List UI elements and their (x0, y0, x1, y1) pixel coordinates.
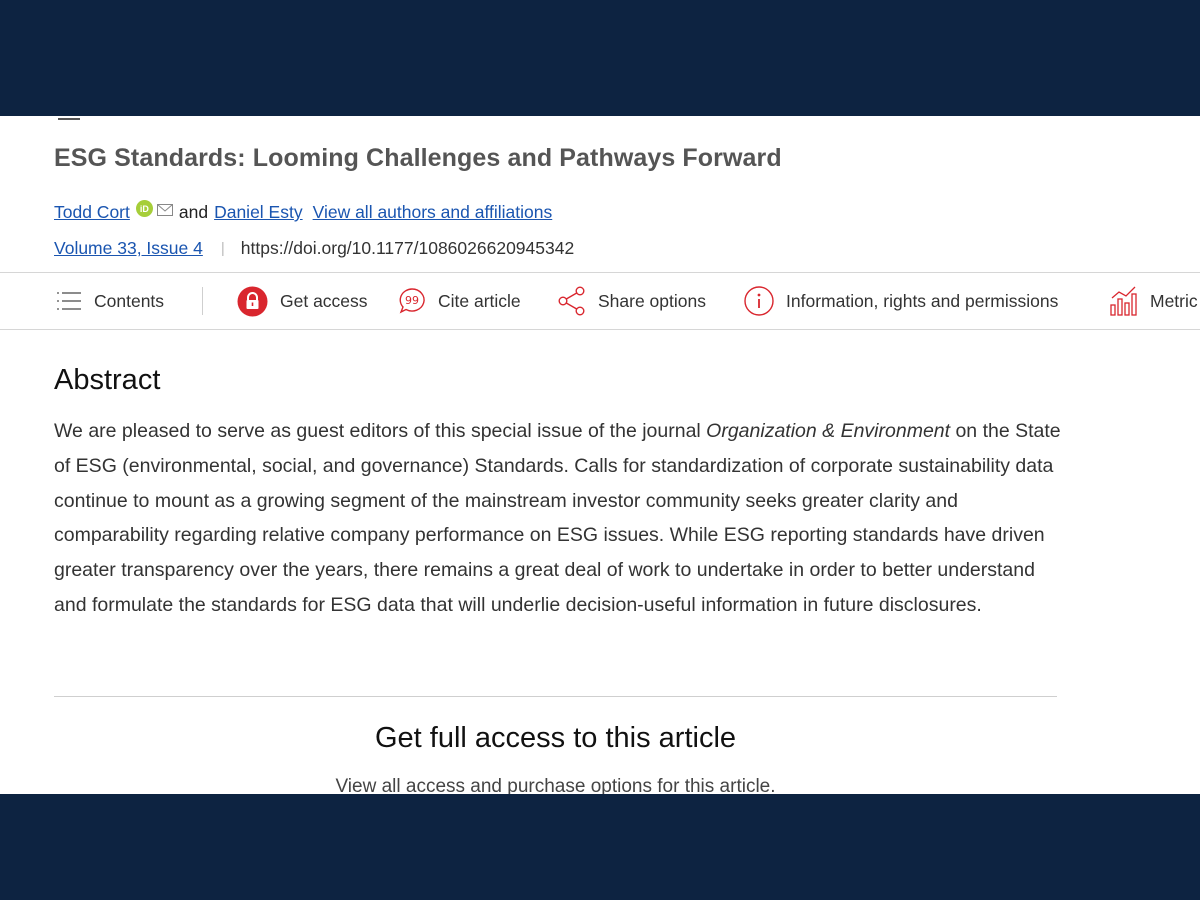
journal-name: Organization & Environment (706, 420, 951, 442)
cite-article-label: Cite article (438, 290, 521, 311)
article-page: ESG Standards: Looming Challenges and Pa… (0, 116, 1200, 794)
get-access-label: Get access (280, 290, 368, 311)
abstract-text-part: on the State of ESG (environmental, soci… (54, 420, 1061, 616)
contents-button[interactable]: Contents (56, 273, 164, 329)
share-options-button[interactable]: Share options (558, 273, 706, 329)
volume-issue-link[interactable]: Volume 33, Issue 4 (54, 238, 203, 259)
share-icon (558, 286, 585, 316)
get-access-button[interactable]: Get access (237, 273, 368, 329)
share-options-label: Share options (598, 290, 706, 311)
article-toolbar: Contents Get access 99 Cite article Shar… (0, 272, 1200, 330)
email-icon[interactable] (156, 203, 173, 216)
frame-top (0, 0, 1200, 116)
toolbar-divider (202, 287, 203, 315)
cropped-icon (58, 116, 80, 120)
orcid-icon[interactable]: iD (135, 200, 153, 217)
frame-bottom (0, 794, 1200, 900)
article-title: ESG Standards: Looming Challenges and Pa… (54, 144, 782, 172)
lock-icon (237, 286, 268, 316)
abstract-text-part: We are pleased to serve as guest editors… (54, 420, 707, 442)
access-heading: Get full access to this article (374, 722, 737, 754)
information-rights-button[interactable]: Information, rights and permissions (744, 273, 1058, 329)
author-conjunction: and (178, 202, 209, 222)
quote-icon: 99 (399, 288, 425, 314)
abstract-heading: Abstract (54, 364, 161, 396)
contents-label: Contents (94, 290, 165, 311)
author-link-todd-cort[interactable]: Todd Cort (54, 202, 130, 223)
view-all-authors-link[interactable]: View all authors and affiliations (313, 202, 553, 223)
section-divider (54, 696, 1057, 697)
cite-article-button[interactable]: 99 Cite article (398, 273, 521, 329)
information-rights-label: Information, rights and permissions (786, 290, 1059, 311)
author-link-daniel-esty[interactable]: Daniel Esty (214, 202, 303, 223)
list-icon (57, 292, 81, 310)
publication-info: Volume 33, Issue 4 | https://doi.org/10.… (54, 238, 574, 259)
doi-text: https://doi.org/10.1177/1086026620945342 (240, 238, 575, 258)
info-icon (744, 286, 774, 316)
access-options-text: View all access and purchase options for… (335, 776, 776, 794)
metrics-icon (1110, 286, 1137, 316)
svg-text:99: 99 (405, 294, 419, 307)
author-list: Todd Cort iD and Daniel Esty View all au… (54, 200, 553, 223)
abstract-text: We are pleased to serve as guest editors… (54, 414, 1064, 623)
metrics-label: Metric (1150, 290, 1198, 311)
metrics-button[interactable]: Metric (1110, 273, 1198, 329)
separator: | (220, 240, 225, 257)
